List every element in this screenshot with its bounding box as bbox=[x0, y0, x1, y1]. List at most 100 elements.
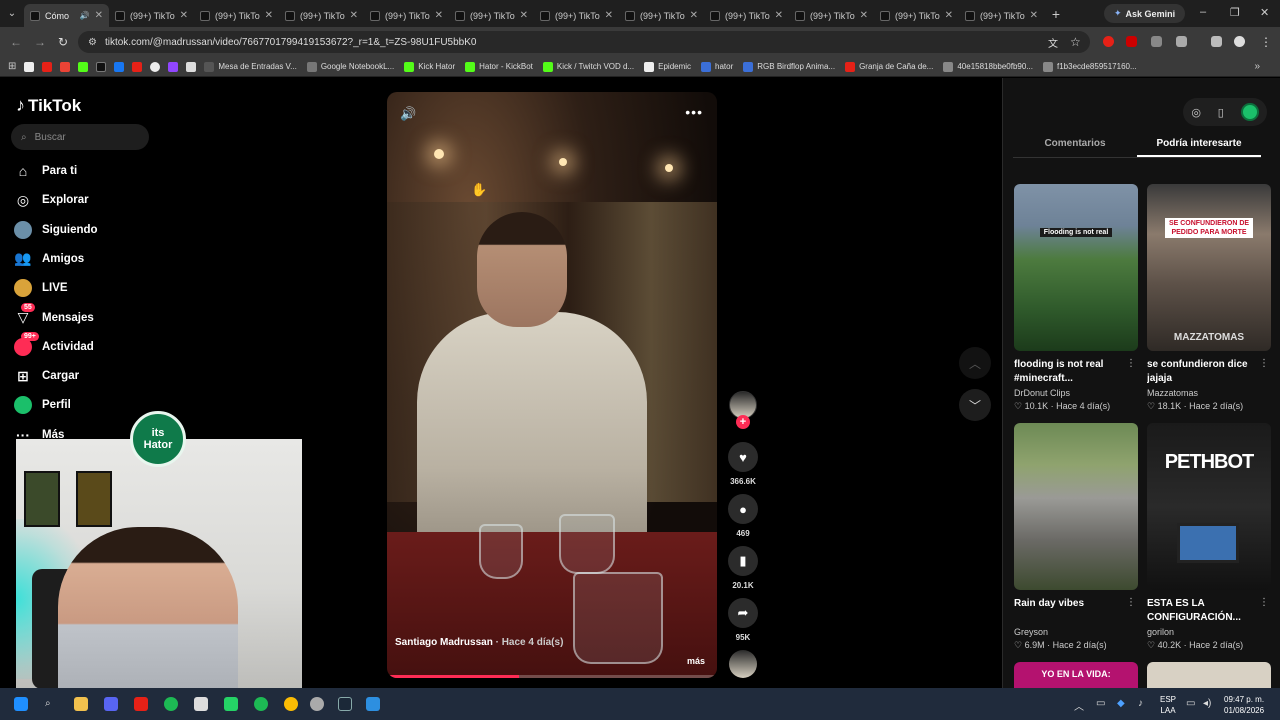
bookmark-item[interactable]: Hator - KickBot bbox=[465, 61, 533, 72]
compass-icon[interactable]: ◎ bbox=[1191, 106, 1201, 119]
new-tab-button[interactable]: + bbox=[1044, 6, 1068, 22]
tiktok-logo[interactable]: ♪ TikTok bbox=[16, 95, 81, 116]
close-tab-icon[interactable]: ✕ bbox=[350, 10, 358, 21]
card-author[interactable]: Mazzatomas bbox=[1147, 388, 1271, 398]
bookmark-gmail[interactable] bbox=[60, 61, 71, 72]
sidebar-item-actividad[interactable]: 99+ Actividad bbox=[14, 331, 94, 356]
video-author-line[interactable]: Santiago Madrussan · Hace 4 día(s) bbox=[395, 637, 563, 648]
card-title[interactable]: flooding is not real #minecraft... bbox=[1014, 358, 1126, 386]
card-author[interactable]: Greyson bbox=[1014, 627, 1138, 637]
bookmark-item[interactable]: Epidemic bbox=[644, 61, 691, 72]
like-action[interactable]: ♥ 366.6K bbox=[728, 442, 758, 486]
bookmark-star-icon[interactable]: ☆ bbox=[1070, 35, 1081, 49]
browser-tab[interactable]: (99+) TikTo ✕ bbox=[959, 4, 1044, 27]
heart-icon[interactable]: ♥ bbox=[728, 442, 758, 472]
sidebar-item-cargar[interactable]: ⊞ Cargar bbox=[14, 367, 79, 385]
search-input[interactable]: ⌕ Buscar bbox=[11, 124, 149, 150]
suggested-video-card-partial[interactable] bbox=[1147, 662, 1271, 688]
bookmark-s[interactable] bbox=[168, 61, 179, 72]
bookmark-icon[interactable]: ▮ bbox=[728, 546, 758, 576]
bookmark-item[interactable]: f1b3ecde859517160... bbox=[1043, 61, 1137, 72]
comment-icon[interactable]: ● bbox=[728, 494, 758, 524]
extension-icon[interactable] bbox=[1151, 36, 1162, 47]
app-icon[interactable] bbox=[366, 697, 380, 711]
bookmark-unknown[interactable] bbox=[186, 61, 197, 72]
tray-app-icon[interactable]: ▭ bbox=[1096, 698, 1105, 709]
media-control-icon[interactable] bbox=[1211, 36, 1222, 47]
bookmark-item[interactable]: 40e15818bbe0fb90... bbox=[943, 61, 1033, 72]
browser-menu-icon[interactable]: ⋮ bbox=[1260, 35, 1272, 49]
card-title[interactable]: ESTA ES LA CONFIGURACIÓN... bbox=[1147, 597, 1259, 625]
video-thumbnail[interactable]: PETHBOT bbox=[1147, 423, 1271, 590]
suggested-video-card-partial[interactable]: YO EN LA VIDA: bbox=[1014, 662, 1138, 688]
sidebar-item-live[interactable]: LIVE bbox=[14, 279, 68, 298]
close-window-icon[interactable]: ✕ bbox=[1260, 6, 1269, 19]
browser-tab[interactable]: (99+) TikTo ✕ bbox=[194, 4, 279, 27]
forward-icon[interactable]: → bbox=[34, 35, 46, 49]
browser-tab[interactable]: (99+) TikTo ✕ bbox=[874, 4, 959, 27]
extensions-puzzle-icon[interactable] bbox=[1176, 36, 1187, 47]
follow-plus-button[interactable]: + bbox=[736, 415, 750, 429]
bookmark-youtube[interactable] bbox=[42, 61, 53, 72]
site-info-icon[interactable]: ⚙ bbox=[88, 37, 97, 48]
close-tab-icon[interactable]: ✕ bbox=[520, 10, 528, 21]
bookmark-item[interactable]: Kick Hator bbox=[404, 61, 455, 72]
address-bar[interactable]: ⚙ tiktok.com/@madrussan/video/7667701799… bbox=[78, 31, 1090, 53]
steam-icon[interactable] bbox=[338, 697, 352, 711]
file-explorer-icon[interactable] bbox=[74, 697, 88, 711]
suggested-video-card[interactable]: Rain day vibes ⋮ Greyson ♡ 6.9M · Hace 2… bbox=[1014, 423, 1138, 651]
clock[interactable]: 09:47 p. m. 01/08/2026 bbox=[1224, 694, 1264, 716]
discord-icon[interactable] bbox=[104, 697, 118, 711]
volume-icon[interactable]: ◂) bbox=[1203, 698, 1211, 709]
suggested-video-card[interactable]: SE CONFUNDIERON DE PEDIDO PARA MORTE MAZ… bbox=[1147, 184, 1271, 412]
bookmark-notion[interactable] bbox=[24, 61, 35, 72]
close-tab-icon[interactable]: ✕ bbox=[690, 10, 698, 21]
card-author[interactable]: gorilon bbox=[1147, 627, 1271, 637]
bookmark-item[interactable]: Mesa de Entradas V... bbox=[204, 61, 297, 72]
tray-chevron-icon[interactable]: ︿ bbox=[1074, 698, 1084, 713]
app-icon[interactable] bbox=[194, 697, 208, 711]
card-more-icon[interactable]: ⋮ bbox=[1259, 358, 1269, 369]
tray-app-icon[interactable]: ◆ bbox=[1117, 698, 1125, 709]
sound-avatar[interactable] bbox=[729, 650, 757, 678]
close-tab-icon[interactable]: ✕ bbox=[265, 10, 273, 21]
comment-action[interactable]: ● 469 bbox=[728, 494, 758, 538]
more-options-icon[interactable]: ••• bbox=[685, 104, 703, 120]
close-tab-icon[interactable]: ✕ bbox=[180, 10, 188, 21]
search-icon[interactable]: ⌕ bbox=[45, 698, 51, 709]
video-thumbnail[interactable] bbox=[1014, 423, 1138, 590]
video-progress-bar[interactable] bbox=[387, 675, 717, 678]
microphone-icon[interactable]: ♪ bbox=[1138, 698, 1143, 709]
bookmark-youtube-2[interactable] bbox=[132, 61, 143, 72]
share-icon[interactable]: ➦ bbox=[728, 598, 758, 628]
browser-tab[interactable]: (99+) TikTo ✕ bbox=[704, 4, 789, 27]
video-author-name[interactable]: Santiago Madrussan bbox=[395, 637, 493, 648]
chrome-icon[interactable] bbox=[284, 697, 298, 711]
bookmark-item[interactable]: Google NotebookL... bbox=[306, 61, 394, 72]
browser-tab[interactable]: (99+) TikTo ✕ bbox=[534, 4, 619, 27]
tab-podria-interesarte[interactable]: Podría interesarte bbox=[1137, 130, 1261, 157]
tab-audio-icon[interactable]: 🔊 bbox=[80, 11, 90, 20]
more-bookmarks-chevron-icon[interactable]: » bbox=[1254, 61, 1260, 72]
bookmark-tiktok[interactable] bbox=[96, 61, 107, 72]
card-author[interactable]: DrDonut Clips bbox=[1014, 388, 1138, 398]
windows-start-icon[interactable] bbox=[14, 697, 28, 711]
ask-gemini-button[interactable]: ✦ Ask Gemini bbox=[1104, 4, 1186, 23]
browser-tab[interactable]: (99+) TikTo ✕ bbox=[789, 4, 874, 27]
video-player[interactable]: 🔊 ••• Santiago Madrussan · Hace 4 día(s)… bbox=[387, 92, 717, 678]
bookmark-item[interactable]: Kick / Twitch VOD d... bbox=[542, 61, 634, 72]
apps-grid-icon[interactable]: ⊞ bbox=[8, 61, 16, 72]
browser-tab[interactable]: (99+) TikTo ✕ bbox=[449, 4, 534, 27]
card-title[interactable]: Rain day vibes bbox=[1014, 597, 1126, 625]
browser-tab[interactable]: Cómo 🔊 ✕ bbox=[24, 4, 109, 27]
suggested-video-card[interactable]: PETHBOT ESTA ES LA CONFIGURACIÓN... ⋮ go… bbox=[1147, 423, 1271, 651]
close-tab-icon[interactable]: ✕ bbox=[95, 10, 103, 21]
network-icon[interactable]: ▭ bbox=[1186, 698, 1195, 709]
browser-tab[interactable]: (99+) TikTo ✕ bbox=[619, 4, 704, 27]
bookmark-github[interactable] bbox=[150, 61, 161, 72]
profile-avatar-icon[interactable] bbox=[1234, 36, 1245, 47]
sidebar-item-perfil[interactable]: Perfil bbox=[14, 396, 71, 415]
close-tab-icon[interactable]: ✕ bbox=[605, 10, 613, 21]
close-tab-icon[interactable]: ✕ bbox=[860, 10, 868, 21]
reload-icon[interactable]: ↻ bbox=[58, 35, 68, 49]
